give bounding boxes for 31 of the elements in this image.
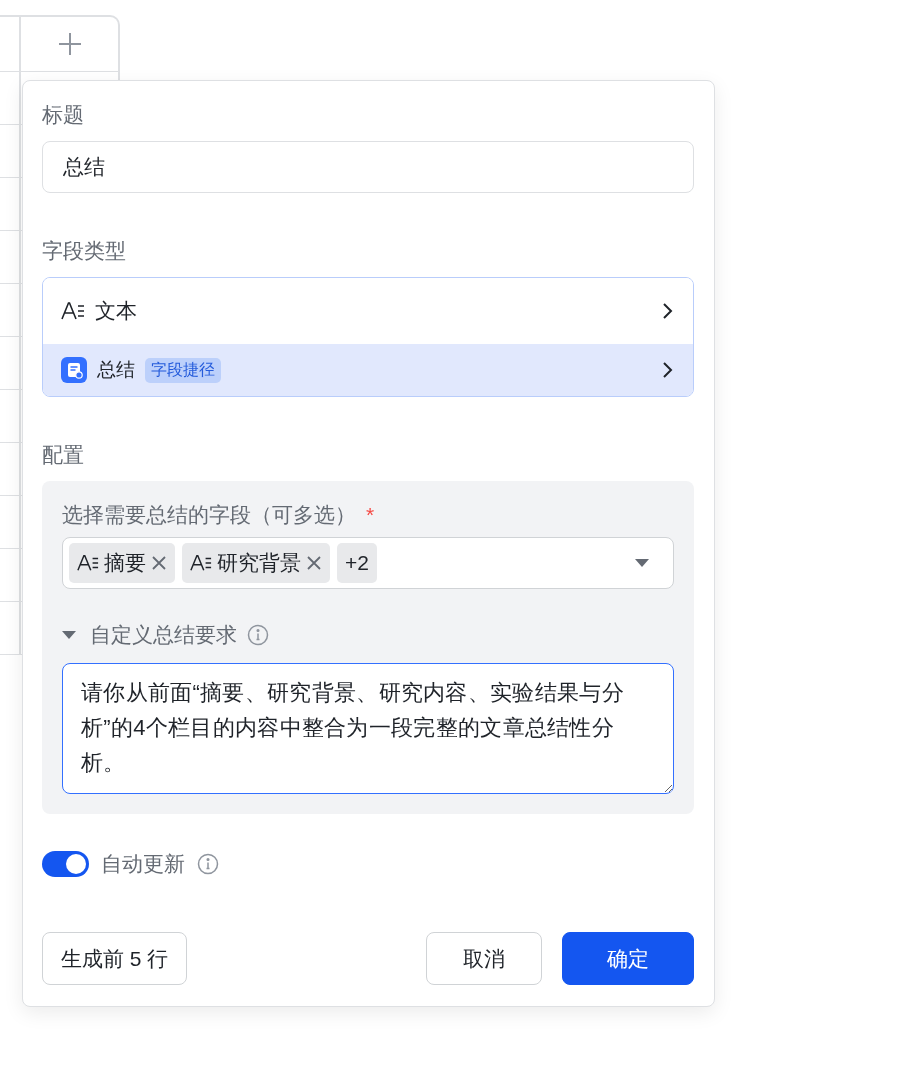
field-tag-label: 摘要 bbox=[104, 550, 146, 576]
auto-update-label: 自动更新 bbox=[101, 851, 185, 877]
shortcut-tag: 字段捷径 bbox=[145, 357, 221, 383]
field-type-label: 字段类型 bbox=[42, 238, 127, 264]
action-button[interactable]: 生成前 5 行 bbox=[42, 932, 188, 985]
action-button[interactable]: 取消 bbox=[426, 932, 542, 985]
summary-document-icon bbox=[61, 357, 87, 383]
confirm-button[interactable]: 确定 bbox=[562, 932, 694, 985]
auto-update-switch[interactable] bbox=[42, 851, 89, 877]
title-input-field[interactable]: 总结 bbox=[42, 141, 694, 193]
config-label: 配置 bbox=[42, 442, 85, 468]
field-type-name: 总结 bbox=[97, 358, 135, 382]
text-type-icon bbox=[77, 552, 99, 574]
field-type-name: 文本 bbox=[95, 298, 137, 324]
info-icon[interactable] bbox=[247, 624, 269, 646]
requirement-text-area[interactable]: 请你从前面“摘要、研究背景、研究内容、实验结果与分析”的4个栏目的内容中整合为一段完整的文章总结性分析。 bbox=[62, 663, 674, 794]
collapse-caret-icon[interactable] bbox=[62, 629, 76, 641]
text-type-icon bbox=[190, 552, 212, 574]
fields-select[interactable]: 摘要 研究背景 +2 bbox=[62, 537, 674, 589]
title-label: 标题 bbox=[42, 102, 85, 128]
custom-requirement-label: 自定义总结要求 bbox=[90, 622, 237, 648]
remove-icon[interactable] bbox=[306, 555, 322, 571]
more-count: +2 bbox=[337, 543, 377, 583]
field-type-option[interactable]: 总结 字段捷径 bbox=[43, 344, 693, 396]
field-tag-label: 研究背景 bbox=[217, 550, 301, 576]
dropdown-caret-icon bbox=[635, 558, 649, 568]
select-fields-label: 选择需要总结的字段（可多选） bbox=[62, 503, 356, 526]
info-icon[interactable] bbox=[197, 853, 219, 875]
required-mark: * bbox=[366, 503, 375, 526]
remove-icon[interactable] bbox=[151, 555, 167, 571]
add-column-icon[interactable] bbox=[57, 32, 82, 56]
